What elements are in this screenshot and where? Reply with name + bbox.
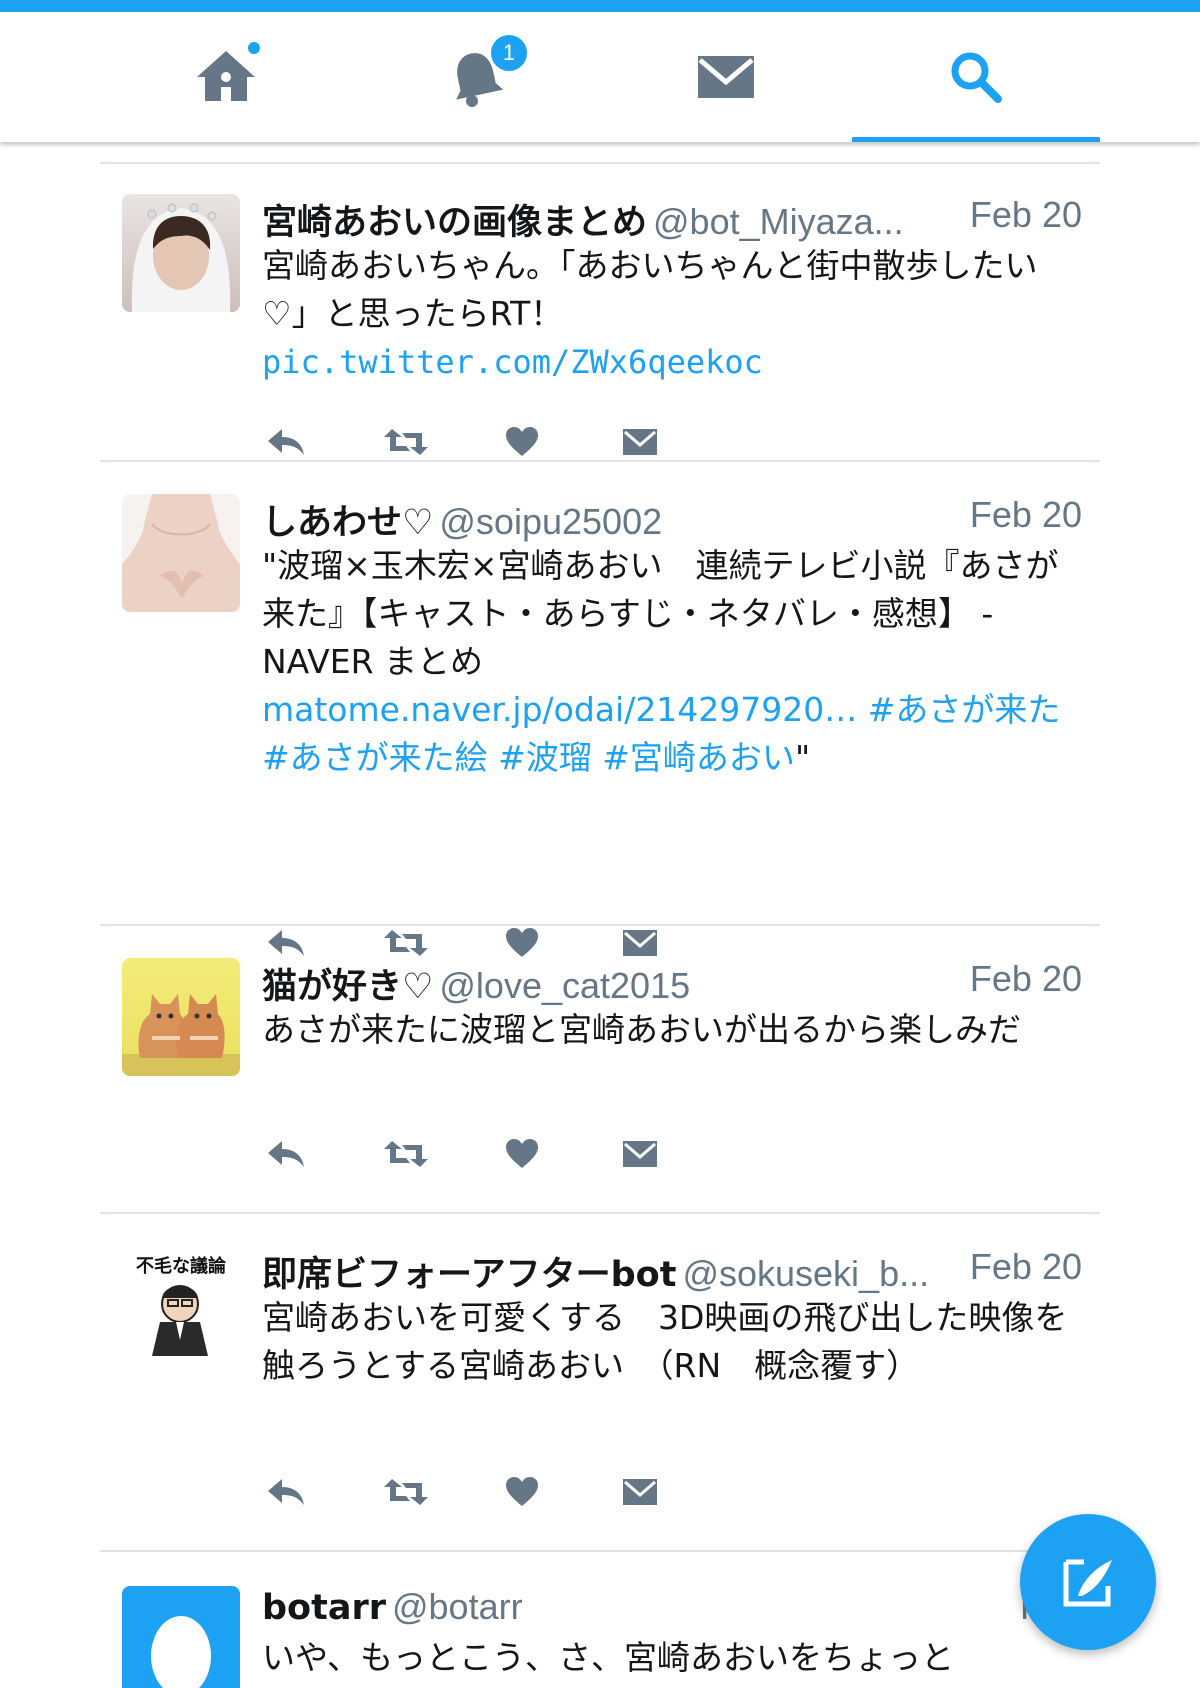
envelope-icon	[623, 429, 657, 455]
like-button[interactable]	[498, 1468, 546, 1516]
tweet-text: "波瑠×玉木宏×宮崎あおい 連続テレビ小説『あさが来た』【キャスト・あらすじ・ネ…	[262, 542, 1082, 782]
envelope-icon	[623, 1141, 657, 1167]
reply-icon	[268, 930, 304, 956]
envelope-icon	[698, 56, 754, 98]
tweet[interactable]: 宮崎あおいの画像まとめ @bot_Miyaza... Feb 20 宮崎あおいちゃ…	[100, 194, 1100, 474]
user-name[interactable]: しあわせ♡	[262, 503, 433, 543]
tweet-separator	[100, 1550, 1100, 1552]
avatar[interactable]	[122, 494, 240, 612]
retweet-button[interactable]	[378, 1468, 434, 1516]
tweet-text: 宮崎あおいを可愛くする 3D映画の飛び出した映像を触ろうとする宮崎あおい （RN…	[262, 1294, 1082, 1390]
tweet-link[interactable]: matome.naver.jp/odai/214297920… #あさが来た #…	[262, 690, 1060, 777]
like-button[interactable]	[498, 1130, 546, 1178]
notifications-count-badge: 1	[488, 32, 530, 74]
heart-icon	[506, 427, 538, 456]
reply-icon	[268, 1141, 304, 1167]
reply-button[interactable]	[262, 1130, 310, 1178]
heart-icon	[506, 1139, 538, 1168]
reply-icon	[268, 429, 304, 455]
tweet-text-main: "波瑠×玉木宏×宮崎あおい 連続テレビ小説『あさが来た』【キャスト・あらすじ・ネ…	[262, 546, 1059, 681]
retweet-icon	[384, 1479, 428, 1505]
dm-button[interactable]	[616, 1130, 664, 1178]
tweet-text: 宮崎あおいちゃん。「あおいちゃんと街中散歩したい♡」と思ったらRT！ pic.t…	[262, 242, 1082, 386]
tweet[interactable]: 不毛な議論 即席ビフォーアフターbot @sokuseki_b... Feb 20…	[100, 1246, 1100, 1576]
compose-icon	[1063, 1559, 1112, 1607]
tweet-date: Feb 20	[955, 958, 1082, 1000]
avatar[interactable]	[122, 194, 240, 312]
tab-messages[interactable]	[602, 12, 850, 142]
envelope-icon	[623, 930, 657, 956]
tweet-header: 宮崎あおいの画像まとめ @bot_Miyaza... Feb 20	[262, 194, 1082, 243]
tweet-text: いや、もっとこう、さ、宮崎あおいをちょっと	[262, 1634, 1082, 1682]
avatar[interactable]	[122, 958, 240, 1076]
tweet-separator	[100, 162, 1100, 164]
tweet-actions	[262, 1468, 862, 1516]
avatar[interactable]	[122, 1586, 240, 1688]
dm-button[interactable]	[616, 1468, 664, 1516]
tweet-text: あさが来たに波瑠と宮崎あおいが出るから楽しみだ	[262, 1006, 1082, 1054]
tweet-header: botarr@botarr Feb	[262, 1586, 1082, 1632]
retweet-button[interactable]	[378, 1130, 434, 1178]
retweet-icon	[384, 1141, 428, 1167]
home-dot-badge	[248, 42, 260, 54]
tweet[interactable]: しあわせ♡ @soipu25002 Feb 20 "波瑠×玉木宏×宮崎あおい 連続…	[100, 494, 1100, 974]
user-name[interactable]: botarr	[262, 1588, 386, 1628]
tweet-date: Feb 20	[955, 1246, 1082, 1288]
tweet-text-main: あさが来たに波瑠と宮崎あおいが出るから楽しみだ	[262, 1010, 1021, 1049]
tweet-separator	[100, 1212, 1100, 1214]
tweet-date: Feb 20	[955, 494, 1082, 536]
egg-icon	[151, 1616, 211, 1688]
tab-search[interactable]	[852, 12, 1100, 142]
envelope-icon	[623, 1479, 657, 1505]
tweet-text-main: 宮崎あおいを可愛くする 3D映画の飛び出した映像を触ろうとする宮崎あおい （RN…	[262, 1298, 1068, 1385]
tweet[interactable]: 猫が好き♡ @love_cat2015 Feb 20 あさが来たに波瑠と宮崎あおい…	[100, 958, 1100, 1238]
tab-home[interactable]	[102, 12, 350, 142]
tab-bar: 1	[0, 12, 1200, 142]
user-handle[interactable]: @sokuseki_b...	[682, 1253, 929, 1294]
tweet-link[interactable]: pic.twitter.com/ZWx6qeekoc	[262, 343, 763, 381]
active-tab-indicator	[852, 137, 1100, 142]
retweet-icon	[384, 930, 428, 956]
user-handle[interactable]: @love_cat2015	[439, 965, 690, 1006]
tweet-actions	[262, 1130, 862, 1178]
tweet-separator	[100, 924, 1100, 926]
like-button[interactable]	[498, 418, 546, 466]
avatar[interactable]: 不毛な議論	[122, 1246, 240, 1364]
user-handle[interactable]: @botarr	[392, 1586, 523, 1627]
reply-icon	[268, 1479, 304, 1505]
tweet-date: Feb 20	[955, 194, 1082, 236]
dm-button[interactable]	[616, 418, 664, 466]
reply-button[interactable]	[262, 418, 310, 466]
tweet-separator	[100, 460, 1100, 462]
retweet-icon	[384, 429, 428, 455]
top-accent-bar	[0, 0, 1200, 12]
user-handle[interactable]: @bot_Miyaza...	[653, 201, 904, 242]
tweet-actions	[262, 418, 862, 466]
tweet-header: 即席ビフォーアフターbot @sokuseki_b... Feb 20	[262, 1246, 1082, 1295]
tweet-header: 猫が好き♡ @love_cat2015 Feb 20	[262, 958, 1082, 1007]
user-name[interactable]: 宮崎あおいの画像まとめ	[262, 203, 647, 243]
heart-icon	[506, 1477, 538, 1506]
tweet-text-main: いや、もっとこう、さ、宮崎あおいをちょっと	[262, 1638, 955, 1677]
user-name[interactable]: 猫が好き♡	[262, 967, 433, 1007]
tweet[interactable]: botarr@botarr Feb いや、もっとこう、さ、宮崎あおいをちょっと	[100, 1586, 1100, 1688]
home-icon	[197, 51, 255, 101]
heart-icon	[506, 928, 538, 957]
user-handle[interactable]: @soipu25002	[439, 501, 662, 542]
reply-button[interactable]	[262, 1468, 310, 1516]
search-icon	[951, 52, 1002, 103]
tweet-text-end: "	[794, 738, 811, 777]
retweet-button[interactable]	[378, 418, 434, 466]
user-name[interactable]: 即席ビフォーアフターbot	[262, 1255, 676, 1295]
tweet-text-main: 宮崎あおいちゃん。「あおいちゃんと街中散歩したい♡」と思ったらRT！	[262, 246, 1038, 333]
tweet-header: しあわせ♡ @soipu25002 Feb 20	[262, 494, 1082, 543]
tab-notifications[interactable]: 1	[352, 12, 600, 142]
timeline: 宮崎あおいの画像まとめ @bot_Miyaza... Feb 20 宮崎あおいちゃ…	[0, 142, 1200, 1688]
compose-button[interactable]	[1020, 1514, 1156, 1650]
